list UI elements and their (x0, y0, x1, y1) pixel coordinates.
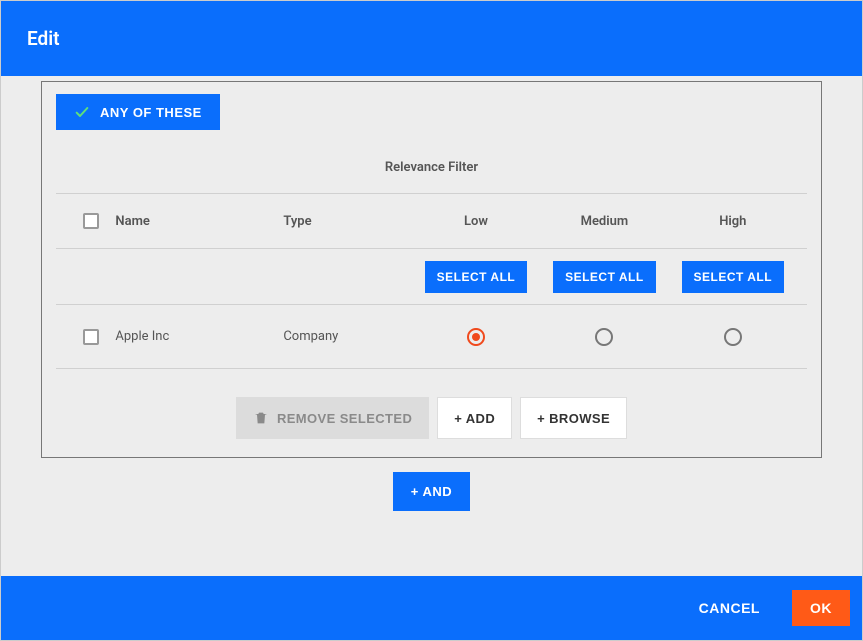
dialog-footer: CANCEL OK (1, 576, 862, 640)
dialog-title: Edit (27, 27, 60, 50)
column-header-low: Low (412, 214, 540, 229)
radio-low[interactable] (467, 328, 485, 346)
column-header-type: Type (283, 214, 411, 229)
radio-medium[interactable] (595, 328, 613, 346)
trash-icon (253, 410, 269, 426)
select-all-low-button[interactable]: SELECT ALL (425, 261, 528, 293)
column-header-high: High (669, 214, 797, 229)
column-header-name: Name (115, 214, 283, 229)
edit-dialog: Edit ANY OF THESE Relevance Filter Name … (0, 0, 863, 641)
filter-panel: ANY OF THESE Relevance Filter Name Type … (41, 81, 822, 458)
row-type: Company (283, 329, 411, 344)
column-header-medium: Medium (540, 214, 668, 229)
and-button[interactable]: + AND (393, 472, 470, 511)
cancel-button[interactable]: CANCEL (681, 590, 778, 626)
row-name: Apple Inc (115, 329, 283, 344)
relevance-table: Name Type Low Medium High SELECT ALL SEL… (56, 193, 807, 369)
row-action-bar: REMOVE SELECTED + ADD + BROWSE (56, 397, 807, 439)
remove-selected-label: REMOVE SELECTED (277, 411, 412, 426)
select-all-checkbox[interactable] (83, 213, 99, 229)
remove-selected-button[interactable]: REMOVE SELECTED (236, 397, 429, 439)
table-header-row: Name Type Low Medium High (56, 193, 807, 249)
dialog-header: Edit (1, 1, 862, 76)
select-all-medium-button[interactable]: SELECT ALL (553, 261, 656, 293)
check-icon (74, 104, 90, 120)
select-all-row: SELECT ALL SELECT ALL SELECT ALL (56, 249, 807, 305)
dialog-body: ANY OF THESE Relevance Filter Name Type … (1, 76, 862, 576)
add-button[interactable]: + ADD (437, 397, 512, 439)
browse-button[interactable]: + BROWSE (520, 397, 627, 439)
any-of-these-button[interactable]: ANY OF THESE (56, 94, 220, 130)
radio-high[interactable] (724, 328, 742, 346)
any-of-these-label: ANY OF THESE (100, 105, 202, 120)
and-button-wrap: + AND (41, 472, 822, 511)
relevance-filter-title: Relevance Filter (56, 160, 807, 175)
table-row: Apple Inc Company (56, 305, 807, 369)
ok-button[interactable]: OK (792, 590, 850, 626)
select-all-high-button[interactable]: SELECT ALL (682, 261, 785, 293)
row-checkbox[interactable] (83, 329, 99, 345)
